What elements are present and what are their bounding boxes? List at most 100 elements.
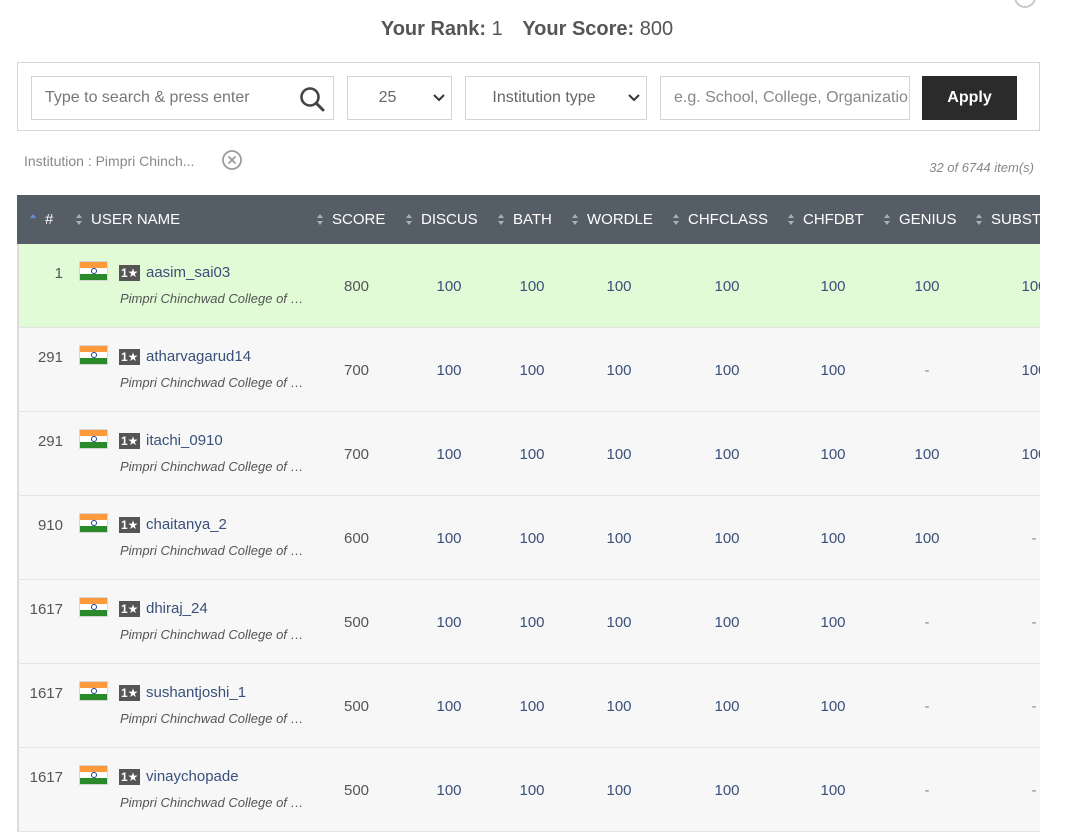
chfclass-cell[interactable]: 100 (702, 614, 752, 631)
username-link[interactable]: atharvagarud14 (146, 348, 251, 365)
wordle-cell[interactable]: 100 (594, 530, 644, 547)
col-username[interactable]: USER NAME (75, 195, 180, 244)
search-icon[interactable] (299, 86, 325, 112)
col-subst[interactable]: SUBST (975, 195, 1040, 244)
discus-cell[interactable]: 100 (424, 446, 474, 463)
table-row: 1617 1★ dhiraj_24 Pimpri Chinchwad College … (17, 580, 1040, 664)
table-row: 1617 1★ vinaychopade Pimpri Chinchwad Colle… (17, 748, 1040, 832)
col-wordle[interactable]: WORDLE (571, 195, 653, 244)
table-row: 1617 1★ sushantjoshi_1 Pimpri Chinchwad Col… (17, 664, 1040, 748)
filter-bar: 25 Institution type Apply (17, 62, 1040, 131)
chfdbt-cell[interactable]: 100 (808, 530, 858, 547)
subst-cell[interactable]: 100 (1009, 362, 1040, 379)
score-cell: 500 (344, 698, 370, 715)
chfdbt-cell[interactable]: 100 (808, 446, 858, 463)
wordle-cell[interactable]: 100 (594, 278, 644, 295)
wordle-cell[interactable]: 100 (594, 362, 644, 379)
bath-cell[interactable]: 100 (507, 446, 557, 463)
chfdbt-cell[interactable]: 100 (808, 362, 858, 379)
institution-type-value: Institution type (492, 89, 596, 106)
chfclass-cell[interactable]: 100 (702, 782, 752, 799)
username-link[interactable]: sushantjoshi_1 (146, 684, 246, 701)
rank-cell: 1617 (29, 769, 63, 786)
table-row: 910 1★ chaitanya_2 Pimpri Chinchwad College… (17, 496, 1040, 580)
rating-badge: 1★ (119, 433, 141, 449)
chfdbt-cell[interactable]: 100 (808, 782, 858, 799)
chfclass-cell[interactable]: 100 (702, 446, 752, 463)
genius-cell[interactable]: 100 (902, 278, 952, 295)
discus-cell[interactable]: 100 (424, 782, 474, 799)
subst-cell: - (1031, 530, 1037, 547)
table-header: # USER NAME SCORE DISCUS BATH WORDLE CHF… (17, 195, 1040, 244)
chfclass-cell[interactable]: 100 (702, 278, 752, 295)
discus-cell[interactable]: 100 (424, 278, 474, 295)
username-link[interactable]: vinaychopade (146, 768, 239, 785)
col-genius[interactable]: GENIUS (883, 195, 957, 244)
sort-icon (571, 213, 579, 227)
sort-icon (883, 213, 891, 227)
genius-cell: - (924, 698, 930, 715)
chfclass-cell[interactable]: 100 (702, 698, 752, 715)
wordle-cell[interactable]: 100 (594, 614, 644, 631)
subst-cell[interactable]: 100 (1009, 278, 1040, 295)
bath-cell[interactable]: 100 (507, 362, 557, 379)
score-cell: 600 (344, 530, 370, 547)
rank-cell: 910 (37, 517, 63, 534)
wordle-cell[interactable]: 100 (594, 782, 644, 799)
rank-score-summary: Your Rank: 1 Your Score: 800 (0, 18, 1068, 41)
username-link[interactable]: aasim_sai03 (146, 264, 230, 281)
col-discus[interactable]: DISCUS (405, 195, 478, 244)
bath-cell[interactable]: 100 (507, 278, 557, 295)
col-bath[interactable]: BATH (497, 195, 552, 244)
discus-cell[interactable]: 100 (424, 698, 474, 715)
col-chfdbt[interactable]: CHFDBT (787, 195, 864, 244)
wordle-cell[interactable]: 100 (594, 698, 644, 715)
genius-cell[interactable]: 100 (902, 530, 952, 547)
active-filter-label: Institution : Pimpri Chinch... (24, 153, 195, 169)
rating-badge: 1★ (119, 601, 141, 617)
rating-badge: 1★ (119, 769, 141, 785)
chevron-down-icon (427, 94, 451, 102)
bath-cell[interactable]: 100 (507, 530, 557, 547)
sort-icon (975, 213, 983, 227)
col-score[interactable]: SCORE (316, 195, 385, 244)
discus-cell[interactable]: 100 (424, 614, 474, 631)
rank-cell: 291 (37, 349, 63, 366)
bath-cell[interactable]: 100 (507, 614, 557, 631)
bath-cell[interactable]: 100 (507, 698, 557, 715)
chfclass-cell[interactable]: 100 (702, 362, 752, 379)
apply-button[interactable]: Apply (922, 76, 1017, 120)
sort-icon (29, 213, 37, 227)
username-link[interactable]: itachi_0910 (146, 432, 223, 449)
page-size-value: 25 (378, 89, 397, 106)
genius-cell[interactable]: 100 (902, 446, 952, 463)
score-cell: 700 (344, 446, 370, 463)
chfclass-cell[interactable]: 100 (702, 530, 752, 547)
india-flag-icon (79, 261, 108, 281)
chfdbt-cell[interactable]: 100 (808, 278, 858, 295)
wordle-cell[interactable]: 100 (594, 446, 644, 463)
score-cell: 800 (344, 278, 370, 295)
subst-cell[interactable]: 100 (1009, 446, 1040, 463)
close-circle-icon[interactable] (1014, 0, 1036, 8)
search-input[interactable] (32, 77, 292, 119)
institution-name: Pimpri Chinchwad College of E... (120, 627, 310, 642)
institution-type-select[interactable]: Institution type (465, 76, 647, 120)
col-chfclass[interactable]: CHFCLASS (672, 195, 768, 244)
items-count: 32 of 6744 item(s) (929, 160, 1034, 175)
sort-icon (497, 213, 505, 227)
page-size-select[interactable]: 25 (347, 76, 452, 120)
bath-cell[interactable]: 100 (507, 782, 557, 799)
institution-name: Pimpri Chinchwad College of E... (120, 795, 310, 810)
discus-cell[interactable]: 100 (424, 530, 474, 547)
chfdbt-cell[interactable]: 100 (808, 614, 858, 631)
username-link[interactable]: dhiraj_24 (146, 600, 208, 617)
remove-filter-icon[interactable] (221, 149, 243, 171)
col-rank[interactable]: # (29, 195, 53, 244)
discus-cell[interactable]: 100 (424, 362, 474, 379)
institution-name-input[interactable] (661, 77, 909, 119)
active-filter-chip: Institution : Pimpri Chinch... (24, 150, 194, 172)
chfdbt-cell[interactable]: 100 (808, 698, 858, 715)
username-link[interactable]: chaitanya_2 (146, 516, 227, 533)
subst-cell: - (1031, 698, 1037, 715)
